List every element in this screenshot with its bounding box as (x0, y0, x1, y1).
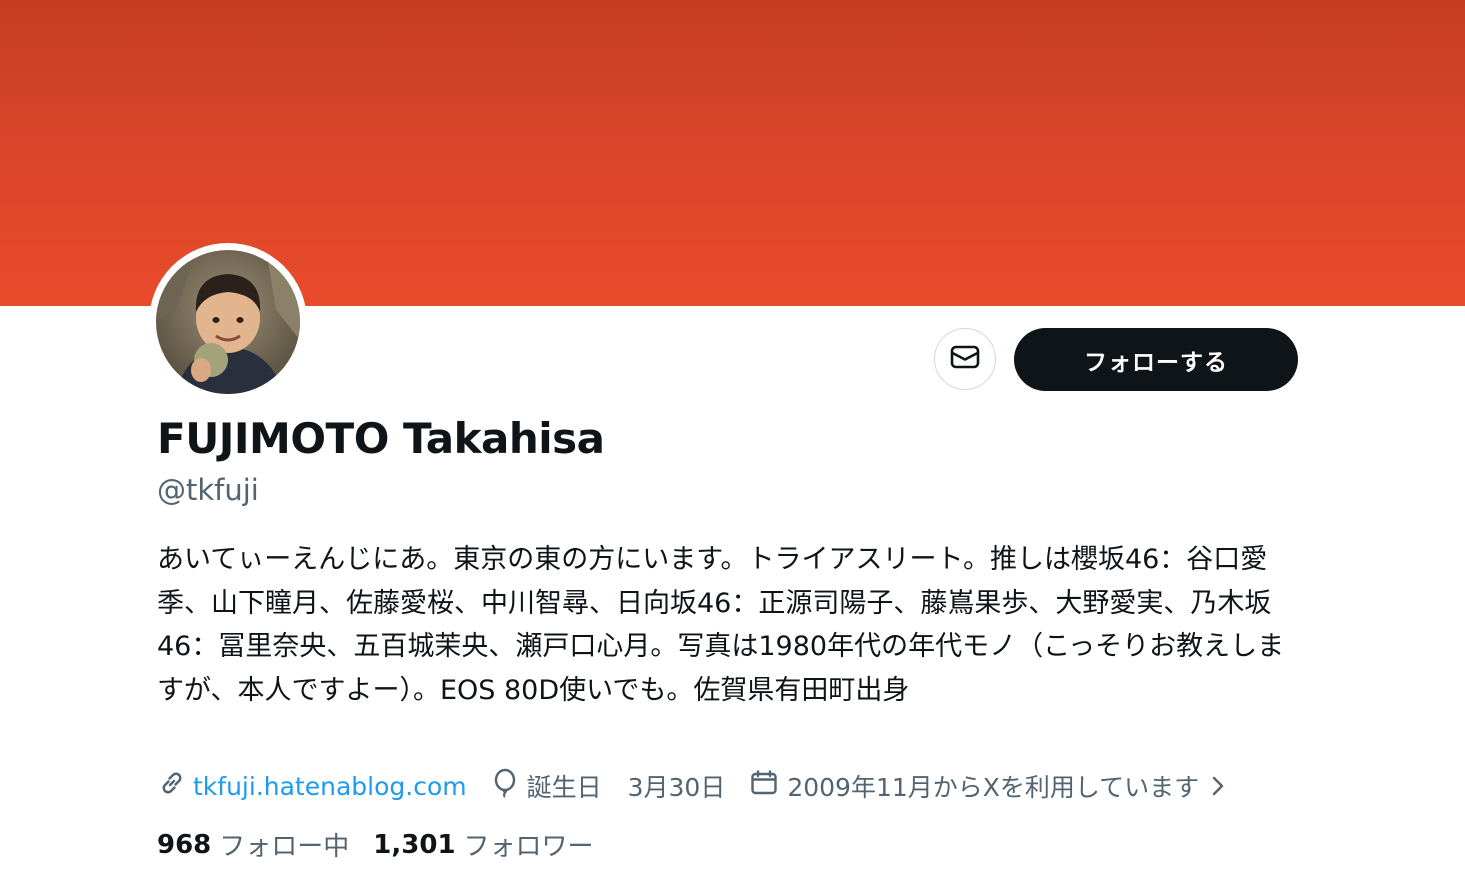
calendar-icon (749, 768, 779, 804)
joined-item[interactable]: 2009年11月からXを利用しています (749, 768, 1227, 804)
followers-count: 1,301 (373, 829, 456, 860)
joined-date: 2009年11月からXを利用しています (787, 773, 1200, 802)
website-link[interactable]: tkfuji.hatenablog.com (193, 772, 467, 801)
follow-button[interactable]: フォローする (1014, 328, 1298, 391)
message-button[interactable] (934, 328, 996, 390)
following-label: フォロー中 (219, 832, 350, 862)
display-name: FUJIMOTO Takahisa (157, 414, 605, 463)
birthday-label: 誕生日 (526, 773, 602, 802)
website-item[interactable]: tkfuji.hatenablog.com (157, 768, 467, 804)
profile-bio: あいてぃーえんじにあ。東京の東の方にいます。トライアスリート。推しは櫻坂46：谷… (157, 544, 1285, 706)
balloon-icon (491, 768, 519, 804)
avatar[interactable] (149, 243, 307, 401)
profile-meta: tkfuji.hatenablog.com 誕生日 3月30日 2009年11月… (157, 767, 1317, 805)
birthday-item: 誕生日 3月30日 (491, 768, 726, 804)
username-handle: @tkfuji (157, 473, 259, 507)
avatar-photo (156, 250, 300, 394)
followers-label: フォロワー (463, 832, 594, 862)
birthday-value: 3月30日 (627, 773, 726, 802)
following-count: 968 (157, 829, 212, 860)
mail-icon (949, 341, 981, 377)
chevron-right-icon[interactable] (1209, 775, 1227, 797)
link-icon (157, 768, 187, 804)
followers-link[interactable]: 1,301 フォロワー (373, 826, 593, 863)
following-link[interactable]: 968 フォロー中 (157, 826, 349, 863)
follow-stats: 968 フォロー中 1,301 フォロワー (157, 826, 618, 863)
